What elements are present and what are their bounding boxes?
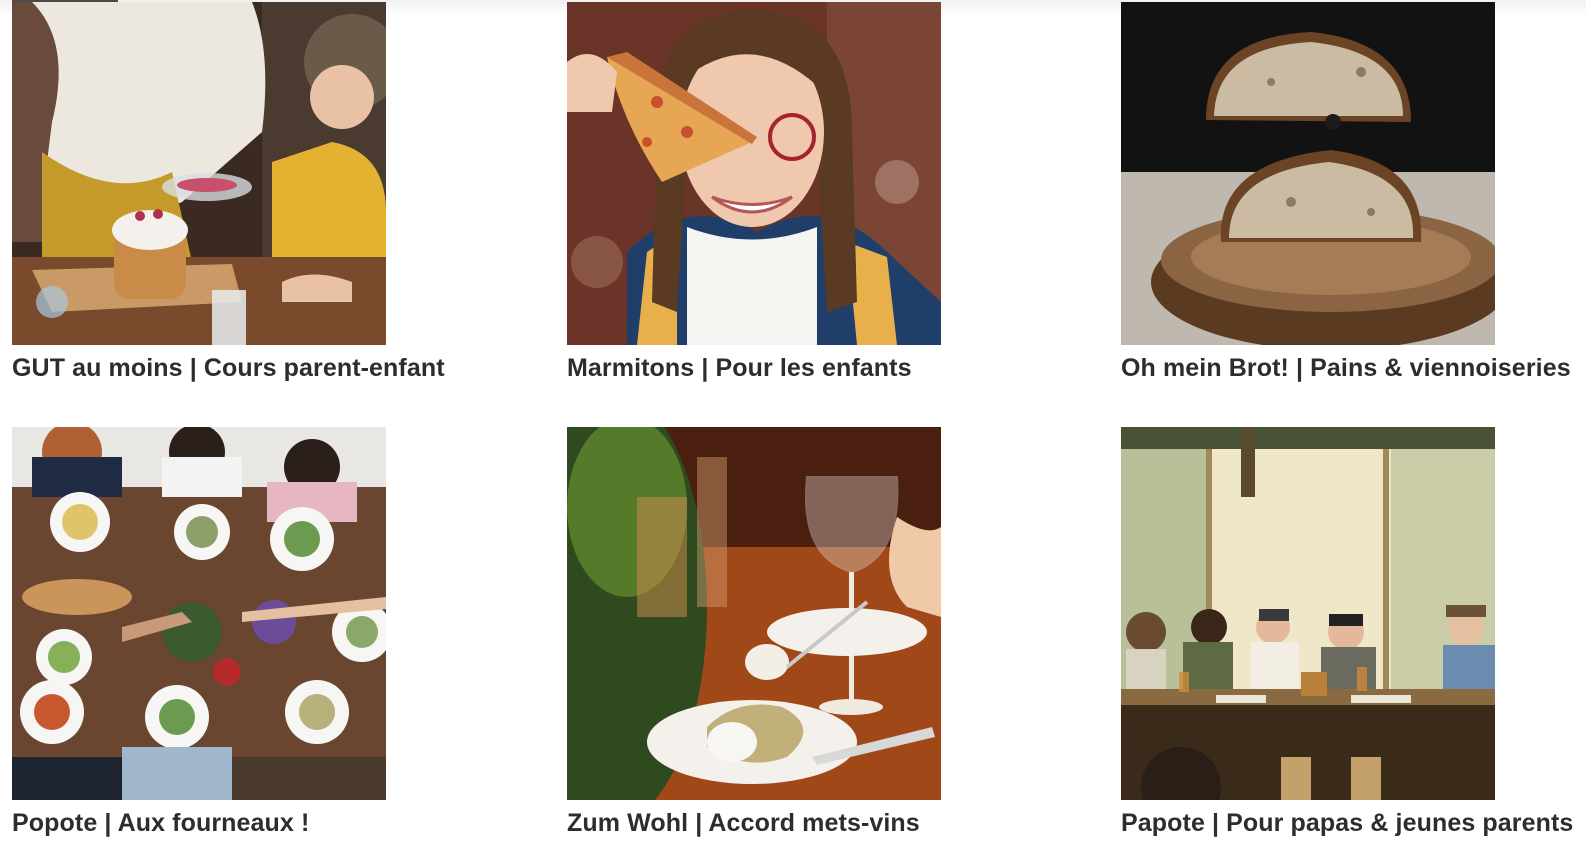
course-title[interactable]: GUT au moins | Cours parent-enfant <box>12 354 445 383</box>
wine-glass-plate-photo <box>567 427 941 800</box>
course-image-parent-child[interactable] <box>12 2 386 345</box>
course-card-popote[interactable]: Popote | Aux fourneaux ! <box>12 427 386 837</box>
course-card-gut-au-moins[interactable]: GUT au moins | Cours parent-enfant <box>12 2 445 382</box>
course-image-kids[interactable] <box>567 2 941 345</box>
course-card-zum-wohl[interactable]: Zum Wohl | Accord mets-vins <box>567 427 941 837</box>
course-image-bread[interactable] <box>1121 2 1495 345</box>
course-card-marmitons[interactable]: Marmitons | Pour les enfants <box>567 2 941 382</box>
course-image-wine-pairing[interactable] <box>567 427 941 800</box>
parent-child-cake-photo <box>12 2 386 345</box>
course-title[interactable]: Popote | Aux fourneaux ! <box>12 809 309 838</box>
friends-toasting-photo <box>12 427 386 800</box>
course-image-cooking-group[interactable] <box>12 427 386 800</box>
bread-halves-photo <box>1121 2 1495 345</box>
course-image-parents-group[interactable] <box>1121 427 1495 800</box>
course-title[interactable]: Oh mein Brot! | Pains & viennoiseries <box>1121 354 1571 383</box>
course-title[interactable]: Marmitons | Pour les enfants <box>567 354 912 383</box>
course-title[interactable]: Zum Wohl | Accord mets-vins <box>567 809 920 838</box>
group-at-cafe-photo <box>1121 427 1495 800</box>
course-card-papote[interactable]: Papote | Pour papas & jeunes parents <box>1121 427 1573 837</box>
course-card-oh-mein-brot[interactable]: Oh mein Brot! | Pains & viennoiseries <box>1121 2 1571 382</box>
course-title[interactable]: Papote | Pour papas & jeunes parents <box>1121 809 1573 838</box>
girl-with-pizza-photo <box>567 2 941 345</box>
